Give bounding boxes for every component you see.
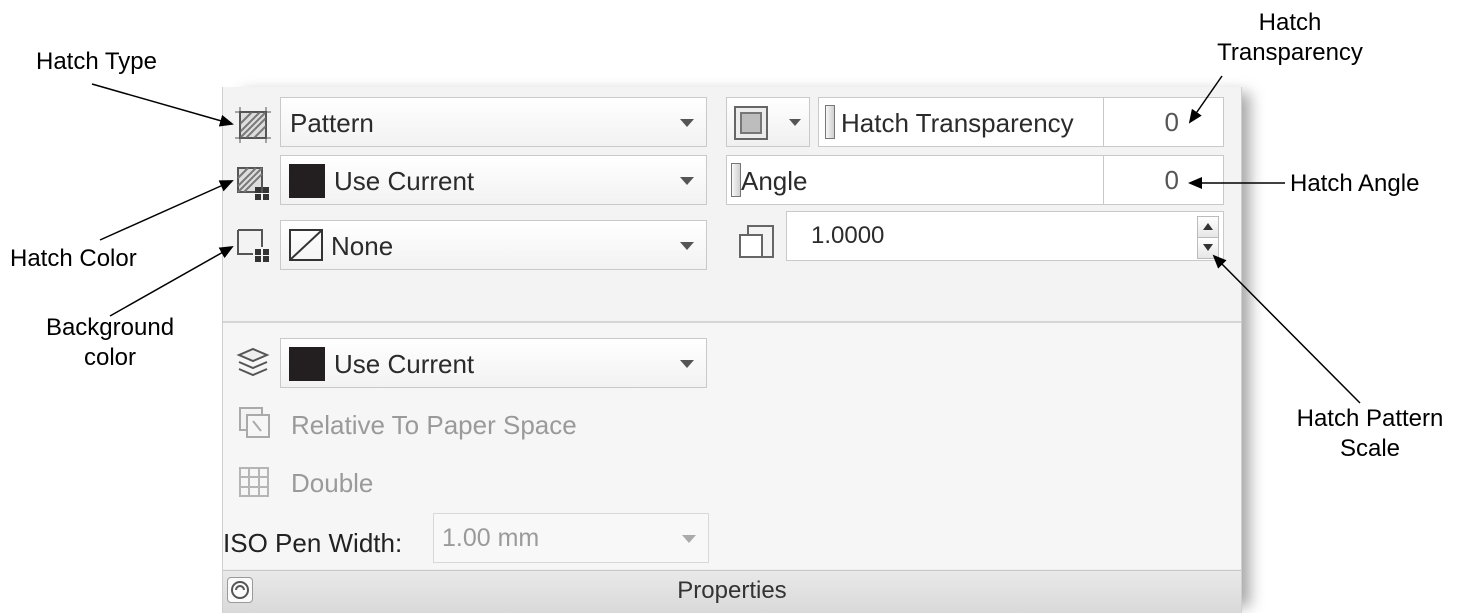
arrow-hatch-transparency — [1188, 75, 1223, 124]
arrow-hatch-type — [91, 83, 234, 127]
arrow-background-color — [109, 246, 234, 317]
arrow-hatch-color — [99, 180, 234, 241]
arrow-hatch-pattern-scale — [1212, 254, 1361, 404]
callout-arrows — [91, 75, 1361, 404]
